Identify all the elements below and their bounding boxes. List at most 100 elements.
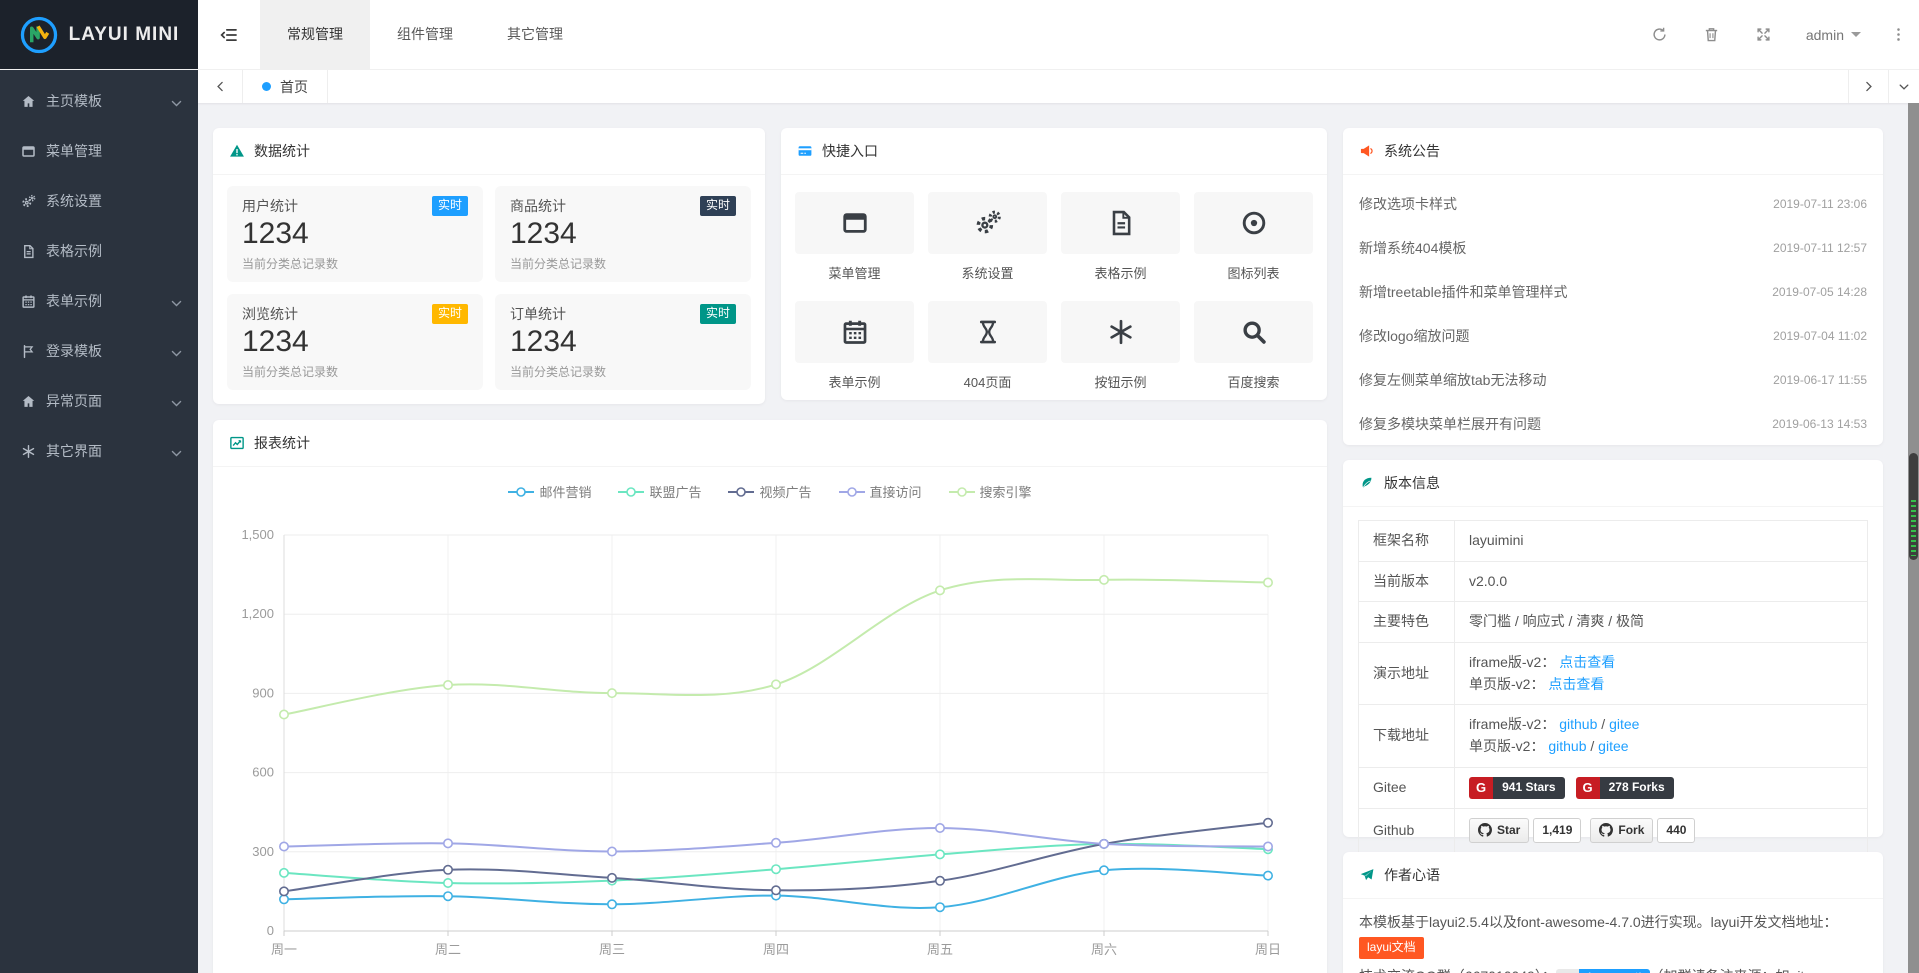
version-row-框架名称: 框架名称layuimini — [1359, 521, 1868, 562]
stat-box-用户统计: 用户统计实时1234当前分类总记录数 — [227, 186, 483, 282]
notice-item[interactable]: 新增系统404模板2019-07-11 12:57 — [1359, 226, 1867, 270]
github-star-button[interactable]: Star — [1469, 818, 1529, 843]
header-menu-tabs: 常规管理组件管理其它管理 — [260, 0, 590, 69]
version-row-Github: GithubStar1,419Fork440 — [1359, 808, 1868, 853]
github-fork-button[interactable]: Fork — [1590, 818, 1653, 843]
notice-item[interactable]: 修复左侧菜单缩放tab无法移动2019-06-17 11:55 — [1359, 358, 1867, 402]
notice-item[interactable]: 修改logo缩放问题2019-07-04 11:02 — [1359, 314, 1867, 358]
notice-item[interactable]: 修复多模块菜单栏展开有问题2019-06-13 14:53 — [1359, 402, 1867, 446]
tab-home[interactable]: 首页 — [243, 70, 328, 103]
page-scrollbar-track[interactable] — [1908, 103, 1919, 973]
tab-actions-dropdown-button[interactable] — [1888, 70, 1919, 103]
gitee-badge[interactable]: G941 Stars — [1469, 777, 1565, 799]
report-header: 报表统计 — [213, 420, 1327, 467]
more-menu-button[interactable] — [1877, 0, 1919, 70]
svg-text:1,200: 1,200 — [241, 606, 274, 621]
sidebar-item-菜单管理[interactable]: 菜单管理 — [0, 126, 198, 176]
version-link-prefix: iframe版-v2： — [1469, 654, 1559, 670]
quick-entry-图标列表[interactable]: 图标列表 — [1194, 192, 1313, 282]
quick-entry-表单示例[interactable]: 表单示例 — [795, 301, 914, 391]
chev-down-icon — [169, 396, 184, 411]
sidebar-item-label: 表单示例 — [46, 291, 102, 311]
tab-scroll-right-button[interactable] — [1848, 70, 1888, 103]
version-link-prefix: 单页版-v2： — [1469, 738, 1548, 754]
quick-entry-菜单管理[interactable]: 菜单管理 — [795, 192, 914, 282]
quick-entry-404页面[interactable]: 404页面 — [928, 301, 1047, 391]
legend-item-邮件营销[interactable]: 邮件营销 — [508, 482, 591, 501]
app-logo[interactable]: LAYUI MINI — [0, 0, 198, 69]
system-notice-title: 系统公告 — [1384, 141, 1440, 161]
user-name: admin — [1806, 27, 1844, 43]
notice-text: 修改logo缩放问题 — [1359, 326, 1469, 346]
page-scrollbar-thumb[interactable] — [1909, 453, 1918, 560]
version-link-github[interactable]: github — [1548, 738, 1586, 754]
layui-doc-link-badge[interactable]: layui文档 — [1359, 937, 1424, 959]
chev-down-icon — [169, 446, 184, 461]
legend-item-搜索引擎[interactable]: 搜索引擎 — [949, 482, 1032, 501]
header-tab-组件管理[interactable]: 组件管理 — [370, 0, 480, 69]
gitee-badge[interactable]: G278 Forks — [1576, 777, 1674, 799]
version-link-gitee[interactable]: gitee — [1598, 738, 1628, 754]
sidebar-item-label: 异常页面 — [46, 391, 102, 411]
clear-cache-button[interactable] — [1686, 0, 1738, 70]
main-content: 数据统计 用户统计实时1234当前分类总记录数商品统计实时1234当前分类总记录… — [198, 103, 1919, 973]
qq-group-note: （加群请备注来源：如gitee — [1650, 968, 1820, 973]
sidebar-item-表格示例[interactable]: 表格示例 — [0, 226, 198, 276]
stat-value: 1234 — [242, 325, 468, 360]
version-link-点击查看[interactable]: 点击查看 — [1559, 654, 1615, 670]
fullscreen-button[interactable] — [1738, 0, 1790, 70]
version-row-value: v2.0.0 — [1455, 561, 1868, 602]
legend-label: 直接访问 — [870, 482, 922, 501]
sidebar-item-主页模板[interactable]: 主页模板 — [0, 76, 198, 126]
chev-down-icon — [169, 346, 184, 361]
legend-item-联盟广告[interactable]: 联盟广告 — [618, 482, 701, 501]
quick-entry-title: 快捷入口 — [822, 141, 878, 161]
notice-date: 2019-06-17 11:55 — [1773, 373, 1867, 387]
sidebar-item-系统设置[interactable]: 系统设置 — [0, 176, 198, 226]
warning-icon — [229, 143, 245, 159]
version-link-github[interactable]: github — [1559, 716, 1597, 732]
app-title: LAYUI MINI — [69, 24, 180, 46]
github-count[interactable]: 440 — [1657, 818, 1695, 843]
logo-icon — [19, 15, 59, 55]
quick-entry-iconbox — [928, 192, 1047, 254]
stat-badge: 实时 — [700, 196, 736, 216]
quick-entry-表格示例[interactable]: 表格示例 — [1061, 192, 1180, 282]
sidebar-item-登录模板[interactable]: 登录模板 — [0, 326, 198, 376]
quick-entry-iconbox — [795, 192, 914, 254]
calendar-icon — [21, 294, 36, 309]
notice-item[interactable]: 修改选项卡样式2019-07-11 23:06 — [1359, 182, 1867, 226]
refresh-button[interactable] — [1634, 0, 1686, 70]
qq-group-link-badge[interactable]: 加入QQ群 — [1556, 969, 1650, 973]
quick-entry-百度搜索[interactable]: 百度搜索 — [1194, 301, 1313, 391]
sidebar-fold-button[interactable] — [198, 0, 260, 69]
sidebar-item-表单示例[interactable]: 表单示例 — [0, 276, 198, 326]
sidebar-item-异常页面[interactable]: 异常页面 — [0, 376, 198, 426]
quick-entry-iconbox — [1061, 301, 1180, 363]
stat-label: 商品统计 — [510, 196, 566, 216]
header-tab-常规管理[interactable]: 常规管理 — [260, 0, 370, 69]
legend-label: 联盟广告 — [649, 482, 701, 501]
chevron-down-icon — [169, 296, 180, 307]
quick-entry-系统设置[interactable]: 系统设置 — [928, 192, 1047, 282]
author-words-title: 作者心语 — [1384, 865, 1440, 885]
version-row-label: 演示地址 — [1359, 643, 1455, 705]
version-link-gitee[interactable]: gitee — [1609, 716, 1639, 732]
version-link-点击查看[interactable]: 点击查看 — [1548, 676, 1604, 692]
sidebar-item-其它界面[interactable]: 其它界面 — [0, 426, 198, 476]
notice-date: 2019-07-11 23:06 — [1773, 197, 1867, 211]
legend-item-直接访问[interactable]: 直接访问 — [839, 482, 922, 501]
github-count[interactable]: 1,419 — [1533, 818, 1581, 843]
legend-item-视频广告[interactable]: 视频广告 — [728, 482, 811, 501]
circle-dot-icon — [1240, 209, 1268, 237]
home-icon — [21, 394, 36, 409]
header-tab-其它管理[interactable]: 其它管理 — [480, 0, 590, 69]
stat-value: 1234 — [242, 217, 468, 252]
notice-item[interactable]: 新增treetable插件和菜单管理样式2019-07-05 14:28 — [1359, 270, 1867, 314]
sidebar-item-label: 表格示例 — [46, 241, 102, 261]
menu-fold-icon — [219, 25, 239, 45]
quick-entry-按钮示例[interactable]: 按钮示例 — [1061, 301, 1180, 391]
version-link-line: 单页版-v2： github / gitee — [1469, 736, 1853, 758]
user-dropdown[interactable]: admin — [1790, 27, 1877, 43]
tab-scroll-left-button[interactable] — [198, 70, 243, 103]
